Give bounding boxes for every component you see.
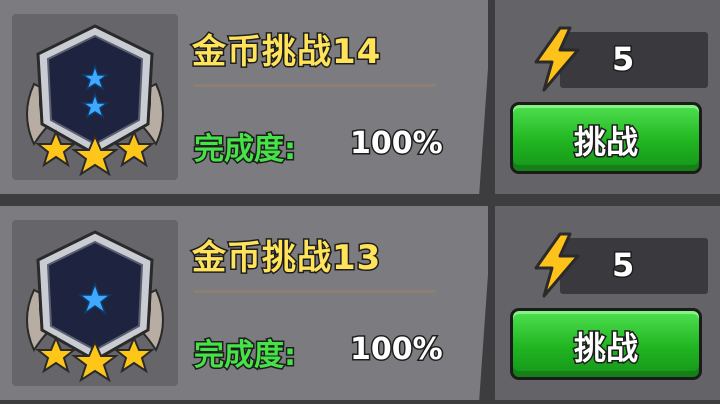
energy-cost: 5: [530, 232, 708, 298]
cost-value: 5: [610, 245, 635, 286]
challenge-row: 金币挑战14 完成度: 100% 5 挑战: [0, 0, 720, 194]
badge-frame: [12, 220, 178, 386]
cost-value: 5: [610, 39, 635, 80]
rank-badge-icon: [26, 230, 164, 383]
title-divider: [194, 84, 436, 87]
lightning-bolt-icon: [534, 232, 580, 298]
challenge-info-panel: 金币挑战13 完成度: 100%: [0, 206, 488, 400]
challenge-button-label: 挑战: [572, 122, 639, 163]
progress-value: 100%: [349, 331, 445, 369]
challenge-row: 金币挑战13 完成度: 100% 5 挑战: [0, 206, 720, 400]
title-divider: [194, 290, 436, 293]
rank-badge-icon: [26, 24, 164, 177]
progress-label: 完成度:: [193, 337, 298, 375]
challenge-button[interactable]: 挑战: [510, 102, 702, 174]
progress-label: 完成度:: [193, 131, 298, 169]
challenge-title: 金币挑战13: [190, 237, 382, 280]
challenge-button[interactable]: 挑战: [510, 308, 702, 380]
progress-value: 100%: [349, 125, 445, 163]
lightning-bolt-icon: [534, 26, 580, 92]
challenge-title: 金币挑战14: [190, 31, 382, 74]
challenge-button-label: 挑战: [572, 328, 639, 369]
energy-cost: 5: [530, 26, 708, 92]
challenge-info-panel: 金币挑战14 完成度: 100%: [0, 0, 488, 194]
badge-frame: [12, 14, 178, 180]
